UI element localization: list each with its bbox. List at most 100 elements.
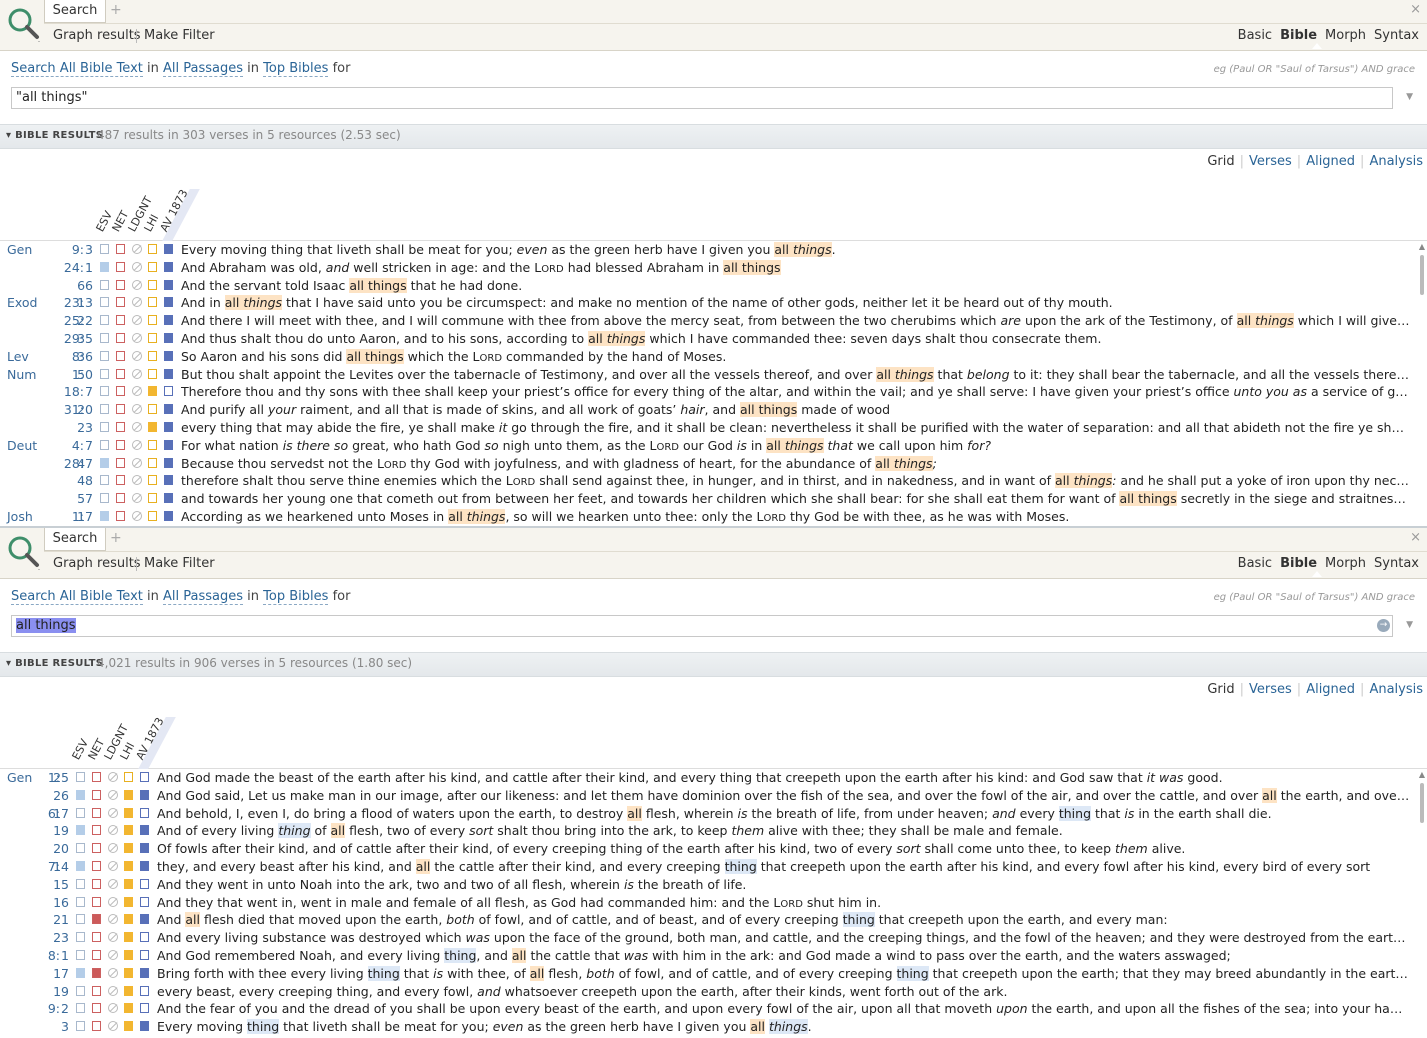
verse-row[interactable]: 7: 14 they, and every beast after his kind… xyxy=(0,858,1427,875)
verse-text[interactable]: For what nation is there so great, who h… xyxy=(181,437,1410,456)
verse-number[interactable]: 20 xyxy=(69,401,93,418)
resource-status-net-icon[interactable] xyxy=(116,262,125,272)
go-arrow-icon[interactable]: → xyxy=(1377,619,1390,632)
resource-status-esv-icon[interactable] xyxy=(76,1021,85,1031)
resource-status-lhi-icon[interactable] xyxy=(124,897,133,907)
scroll-up-arrow-icon[interactable]: ▲ xyxy=(1419,770,1425,779)
scroll-up-arrow-icon[interactable]: ▲ xyxy=(1419,242,1425,251)
resource-status-esv-icon[interactable] xyxy=(100,404,109,414)
passages-link[interactable]: All Passages xyxy=(163,589,244,605)
verse-row[interactable]: 9: 2 And the fear of you and the dread of … xyxy=(0,1000,1427,1017)
verse-number[interactable]: 50 xyxy=(69,366,93,383)
view-aligned[interactable]: Aligned xyxy=(1306,682,1355,697)
verse-text[interactable]: Bring forth with thee every living thing… xyxy=(157,965,1410,982)
verse-number[interactable]: 13 xyxy=(69,294,93,311)
resource-status-net-icon[interactable] xyxy=(116,458,125,468)
tab-search[interactable]: Search xyxy=(44,528,106,551)
verse-text[interactable]: And there I will meet with thee, and I w… xyxy=(181,312,1410,329)
verse-row[interactable]: 3 Every moving thing that liveth shall be… xyxy=(0,1018,1427,1035)
resource-status-ldgnt-icon[interactable] xyxy=(108,843,118,853)
verse-number[interactable]: 23 xyxy=(45,929,69,946)
book-name[interactable]: Gen xyxy=(7,241,32,258)
verse-row[interactable]: Deut 4: 7 For what nation is there so great… xyxy=(0,437,1427,454)
resource-status-esv-icon[interactable] xyxy=(76,986,85,996)
resource-status-ldgnt-icon[interactable] xyxy=(108,986,118,996)
resource-status-lhi-icon[interactable] xyxy=(124,861,133,871)
resource-status-ldgnt-icon[interactable] xyxy=(108,825,118,835)
graph-results-link[interactable]: Graph results xyxy=(53,556,141,571)
verse-number[interactable]: 21 xyxy=(45,911,69,928)
resource-status-net-icon[interactable] xyxy=(116,386,125,396)
resource-status-ldgnt-icon[interactable] xyxy=(108,950,118,960)
resource-status-lhi-icon[interactable] xyxy=(148,458,157,468)
resource-status-esv-icon[interactable] xyxy=(100,493,109,503)
verse-text[interactable]: And God said, Let us make man in our ima… xyxy=(157,787,1410,804)
search-history-dropdown-icon[interactable]: ▼ xyxy=(1406,620,1413,630)
resource-status-esv-icon[interactable] xyxy=(100,369,109,379)
resource-status-lhi-icon[interactable] xyxy=(148,262,157,272)
resource-status-ldgnt-icon[interactable] xyxy=(132,333,142,343)
resource-status-ldgnt-icon[interactable] xyxy=(132,297,142,307)
verse-text[interactable]: And behold, I, even I, do bring a flood … xyxy=(157,805,1410,822)
resource-status-esv-icon[interactable] xyxy=(76,950,85,960)
make-filter-link[interactable]: Make Filter xyxy=(144,28,215,43)
verse-text[interactable]: And the fear of you and the dread of you… xyxy=(157,1000,1410,1017)
resource-status-ldgnt-icon[interactable] xyxy=(132,422,142,432)
resource-status-ldgnt-icon[interactable] xyxy=(108,808,118,818)
resource-status-net-icon[interactable] xyxy=(116,404,125,414)
resource-status-av-1873-icon[interactable] xyxy=(140,843,149,853)
verse-number[interactable]: 20 xyxy=(45,840,69,857)
verse-row[interactable]: 18: 7 Therefore thou and thy sons with the… xyxy=(0,383,1427,400)
verse-number[interactable]: 26 xyxy=(45,787,69,804)
verse-text[interactable]: and towards her young one that cometh ou… xyxy=(181,490,1410,507)
resource-status-av-1873-icon[interactable] xyxy=(140,914,149,924)
resource-status-net-icon[interactable] xyxy=(116,315,125,325)
resource-status-esv-icon[interactable] xyxy=(100,511,109,521)
verse-number[interactable]: 19 xyxy=(45,983,69,1000)
resource-status-net-icon[interactable] xyxy=(92,950,101,960)
resource-status-net-icon[interactable] xyxy=(92,932,101,942)
mode-basic[interactable]: Basic xyxy=(1238,28,1272,43)
verse-number[interactable]: 17 xyxy=(69,508,93,525)
verse-number[interactable]: 48 xyxy=(69,472,93,489)
resource-status-ldgnt-icon[interactable] xyxy=(108,897,118,907)
resource-status-ldgnt-icon[interactable] xyxy=(132,262,142,272)
resource-status-lhi-icon[interactable] xyxy=(124,879,133,889)
search-input[interactable]: "all things" xyxy=(11,87,1393,109)
view-grid[interactable]: Grid xyxy=(1207,154,1234,169)
verse-text[interactable]: And the servant told Isaac all things th… xyxy=(181,277,1410,294)
passages-link[interactable]: All Passages xyxy=(163,61,244,77)
resource-status-av-1873-icon[interactable] xyxy=(164,244,173,254)
resource-status-av-1873-icon[interactable] xyxy=(164,493,173,503)
verse-text[interactable]: therefore shalt thou serve thine enemies… xyxy=(181,472,1410,491)
mode-basic[interactable]: Basic xyxy=(1238,556,1272,571)
resource-status-lhi-icon[interactable] xyxy=(124,986,133,996)
verse-row[interactable]: 20 Of fowls after their kind, and of catt… xyxy=(0,840,1427,857)
resource-status-lhi-icon[interactable] xyxy=(148,422,157,432)
verse-row[interactable]: 28: 47 Because thou servedst not the LORD … xyxy=(0,455,1427,472)
resource-status-esv-icon[interactable] xyxy=(76,1003,85,1013)
verse-row[interactable]: 48 therefore shalt thou serve thine enemi… xyxy=(0,472,1427,489)
graph-results-link[interactable]: Graph results xyxy=(53,28,141,43)
resource-status-av-1873-icon[interactable] xyxy=(140,1021,149,1031)
book-name[interactable]: Lev xyxy=(7,348,29,365)
resource-status-net-icon[interactable] xyxy=(92,861,101,871)
view-analysis[interactable]: Analysis xyxy=(1369,682,1423,697)
resource-status-av-1873-icon[interactable] xyxy=(164,315,173,325)
resource-status-lhi-icon[interactable] xyxy=(124,968,133,978)
resource-status-net-icon[interactable] xyxy=(116,351,125,361)
resource-status-esv-icon[interactable] xyxy=(76,914,85,924)
resource-status-esv-icon[interactable] xyxy=(100,458,109,468)
verse-number[interactable]: 23 xyxy=(69,419,93,436)
resource-status-esv-icon[interactable] xyxy=(100,297,109,307)
resource-status-esv-icon[interactable] xyxy=(100,244,109,254)
verse-text[interactable]: And all flesh died that moved upon the e… xyxy=(157,911,1410,928)
resource-status-net-icon[interactable] xyxy=(92,808,101,818)
resource-status-ldgnt-icon[interactable] xyxy=(132,440,142,450)
verse-row[interactable]: 26 And God said, Let us make man in our i… xyxy=(0,787,1427,804)
resource-status-net-icon[interactable] xyxy=(92,879,101,889)
resource-status-av-1873-icon[interactable] xyxy=(140,932,149,942)
resource-status-av-1873-icon[interactable] xyxy=(164,475,173,485)
verse-number[interactable]: 14 xyxy=(45,858,69,875)
resource-status-net-icon[interactable] xyxy=(116,440,125,450)
